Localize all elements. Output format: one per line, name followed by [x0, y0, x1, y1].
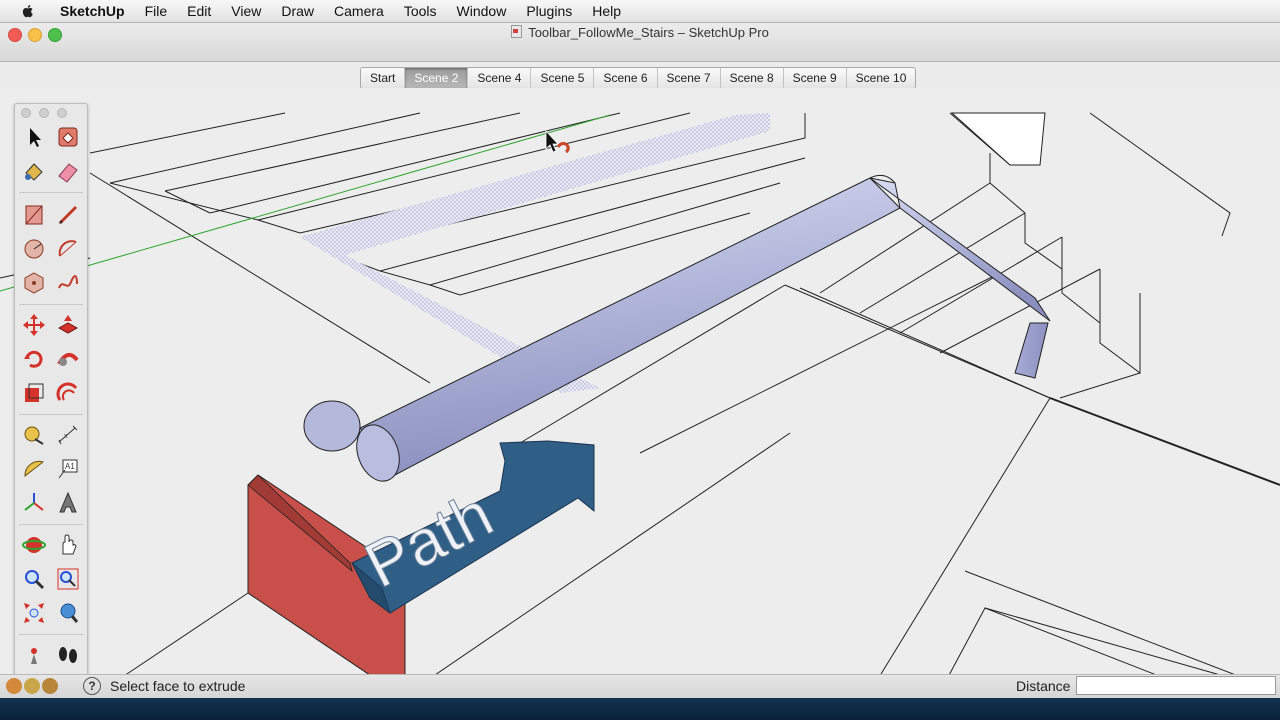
dimension-icon[interactable]: x — [53, 420, 83, 450]
palette-close-button[interactable] — [21, 108, 31, 118]
apple-logo-icon[interactable] — [20, 3, 36, 19]
select-tool-icon[interactable] — [19, 122, 49, 152]
handrail-pipe-bend[interactable] — [869, 177, 1051, 322]
make-component-icon[interactable] — [53, 122, 83, 152]
3d-text-icon[interactable] — [53, 488, 83, 518]
tab-scene-start[interactable]: Start — [361, 68, 406, 88]
zoom-window-icon[interactable] — [53, 564, 83, 594]
pan-icon[interactable] — [53, 530, 83, 560]
landing-lines — [99, 272, 1280, 692]
geolocation-icon[interactable] — [6, 678, 22, 694]
menu-bar: SketchUp File Edit View Draw Camera Tool… — [0, 0, 1280, 23]
model-viewport[interactable]: Path — [0, 88, 1280, 692]
status-bar: ? Select face to extrude Distance — [0, 674, 1280, 698]
tool-palette: x A1 — [14, 103, 88, 703]
tab-scene-9[interactable]: Scene 9 — [784, 68, 847, 88]
rectangle-icon[interactable] — [19, 200, 49, 230]
palette-separator — [19, 414, 83, 415]
tape-measure-icon[interactable] — [19, 420, 49, 450]
svg-text:A1: A1 — [65, 462, 75, 471]
menu-camera[interactable]: Camera — [324, 3, 394, 19]
palette-titlebar — [15, 104, 87, 118]
circle-icon[interactable] — [19, 234, 49, 264]
menu-edit[interactable]: Edit — [177, 3, 221, 19]
palette-separator — [19, 524, 83, 525]
window-title: Toolbar_FollowMe_Stairs – SketchUp Pro — [0, 25, 1280, 40]
menu-view[interactable]: View — [221, 3, 271, 19]
palette-separator — [19, 304, 83, 305]
text-icon[interactable]: A1 — [53, 454, 83, 484]
offset-icon[interactable] — [53, 378, 83, 408]
tab-scene-2[interactable]: Scene 2 — [405, 68, 469, 88]
landing-top-face — [950, 112, 1046, 166]
document-icon — [511, 25, 523, 38]
status-text: Select face to extrude — [110, 678, 246, 694]
protractor-icon[interactable] — [19, 454, 49, 484]
tab-scene-5[interactable]: Scene 5 — [531, 68, 595, 88]
palette-zoom-button[interactable] — [57, 108, 67, 118]
handrail-pipe-down[interactable] — [1014, 322, 1049, 379]
user-icon[interactable] — [42, 678, 58, 694]
menu-tools[interactable]: Tools — [394, 3, 447, 19]
push-pull-icon[interactable] — [53, 310, 83, 340]
zoom-extents-icon[interactable] — [19, 598, 49, 628]
tab-scene-7[interactable]: Scene 7 — [658, 68, 721, 88]
paint-bucket-icon[interactable] — [19, 156, 49, 186]
tab-scene-4[interactable]: Scene 4 — [468, 68, 532, 88]
pencil-icon[interactable] — [53, 200, 83, 230]
menu-help[interactable]: Help — [582, 3, 631, 19]
follow-me-icon[interactable] — [53, 344, 83, 374]
palette-separator — [19, 634, 83, 635]
scene-tabs: Start Scene 2 Scene 4 Scene 5 Scene 6 Sc… — [360, 67, 917, 89]
mouse-cursor — [545, 129, 570, 154]
sketchup-window: Toolbar_FollowMe_Stairs – SketchUp Pro S… — [0, 23, 1280, 703]
tab-scene-10[interactable]: Scene 10 — [847, 68, 916, 88]
freehand-icon[interactable] — [53, 268, 83, 298]
tab-scene-6[interactable]: Scene 6 — [594, 68, 658, 88]
menu-file[interactable]: File — [135, 3, 178, 19]
profile-circle[interactable] — [303, 400, 361, 452]
menu-plugins[interactable]: Plugins — [516, 3, 582, 19]
menu-draw[interactable]: Draw — [271, 3, 324, 19]
palette-minimize-button[interactable] — [39, 108, 49, 118]
zoom-icon[interactable] — [19, 564, 49, 594]
status-icons — [6, 678, 58, 694]
title-bar: Toolbar_FollowMe_Stairs – SketchUp Pro — [0, 23, 1280, 62]
measurements-label: Distance — [1016, 678, 1071, 694]
measurements-input[interactable] — [1076, 676, 1276, 695]
eraser-icon[interactable] — [53, 156, 83, 186]
tab-scene-8[interactable]: Scene 8 — [721, 68, 784, 88]
menu-sketchup[interactable]: SketchUp — [50, 3, 135, 19]
rotate-icon[interactable] — [19, 344, 49, 374]
palette-separator — [19, 192, 83, 193]
position-camera-icon[interactable] — [19, 640, 49, 670]
walk-icon[interactable] — [53, 640, 83, 670]
dock-strip — [0, 698, 1280, 720]
instructor-help-icon[interactable]: ? — [83, 677, 101, 695]
polygon-icon[interactable] — [19, 268, 49, 298]
scale-icon[interactable] — [19, 378, 49, 408]
orbit-icon[interactable] — [19, 530, 49, 560]
move-icon[interactable] — [19, 310, 49, 340]
window-title-text: Toolbar_FollowMe_Stairs – SketchUp Pro — [528, 25, 769, 40]
credits-icon[interactable] — [24, 678, 40, 694]
previous-view-icon[interactable] — [53, 598, 83, 628]
axes-icon[interactable] — [19, 488, 49, 518]
svg-text:x: x — [64, 433, 68, 440]
arc-icon[interactable] — [53, 234, 83, 264]
menu-window[interactable]: Window — [447, 3, 517, 19]
model-canvas[interactable]: Path — [0, 88, 1280, 692]
